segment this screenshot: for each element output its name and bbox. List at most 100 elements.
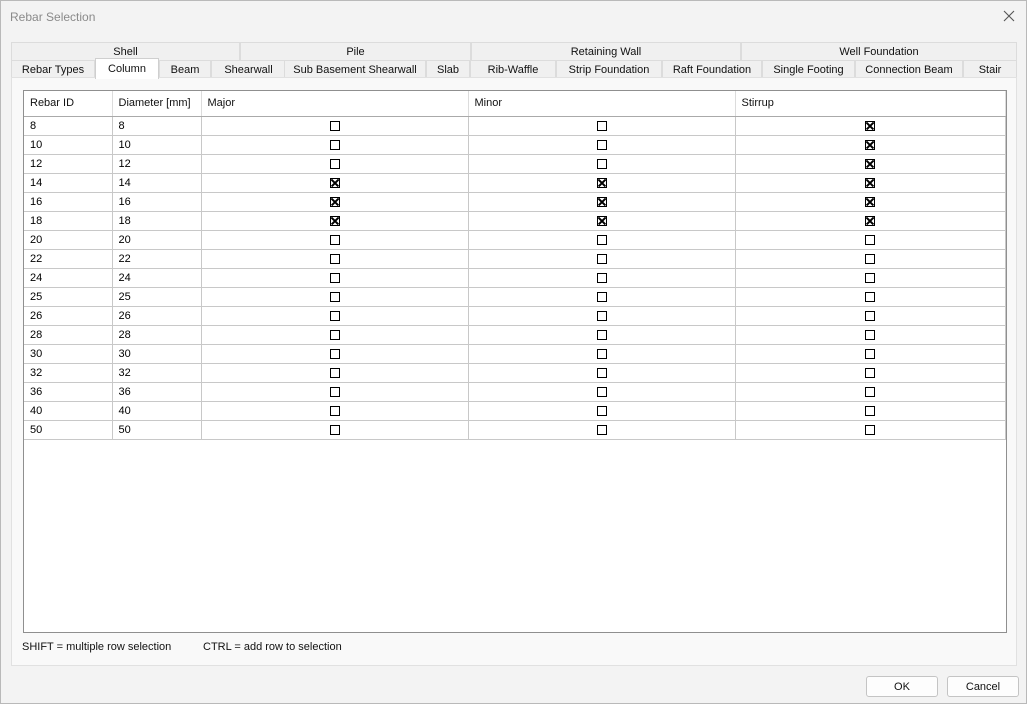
minor-checkbox[interactable] [596,196,607,207]
cancel-button[interactable]: Cancel [947,676,1019,697]
stirrup-checkbox[interactable] [865,139,875,150]
stirrup-checkbox[interactable] [865,177,875,188]
minor-checkbox[interactable] [596,348,607,359]
stirrup-checkbox[interactable] [865,348,875,359]
major-checkbox[interactable] [329,215,340,226]
tab-shearwall[interactable]: Shearwall [211,60,286,78]
tab-rebar-types[interactable]: Rebar Types [11,60,95,78]
table-row[interactable]: 12 12 [24,154,1006,174]
minor-checkbox[interactable] [596,386,607,397]
major-checkbox[interactable] [329,291,340,302]
major-checkbox[interactable] [329,177,340,188]
major-checkbox[interactable] [329,405,340,416]
stirrup-checkbox[interactable] [865,367,875,378]
table-row[interactable]: 25 25 [24,287,1006,307]
table-row[interactable]: 14 14 [24,173,1006,193]
tab-retaining-wall[interactable]: Retaining Wall [471,42,741,60]
minor-checkbox[interactable] [596,120,607,131]
minor-checkbox[interactable] [596,329,607,340]
ok-button[interactable]: OK [866,676,938,697]
diameter-cell: 12 [112,154,202,174]
minor-checkbox[interactable] [596,367,607,378]
stirrup-checkbox[interactable] [865,196,875,207]
table-row[interactable]: 40 40 [24,401,1006,421]
table-row[interactable]: 30 30 [24,344,1006,364]
major-checkbox[interactable] [329,348,340,359]
table-row[interactable]: 28 28 [24,325,1006,345]
major-checkbox[interactable] [329,386,340,397]
minor-checkbox[interactable] [596,424,607,435]
tab-pile[interactable]: Pile [240,42,471,60]
tab-column[interactable]: Column [95,58,159,79]
stirrup-checkbox[interactable] [865,272,875,283]
table-row[interactable]: 10 10 [24,135,1006,155]
minor-checkbox[interactable] [596,139,607,150]
diameter-cell: 16 [112,192,202,212]
stirrup-checkbox[interactable] [865,424,875,435]
minor-checkbox[interactable] [596,177,607,188]
stirrup-checkbox[interactable] [865,329,875,340]
column-header-major[interactable]: Major [201,91,469,117]
major-checkbox[interactable] [329,424,340,435]
table-row[interactable]: 22 22 [24,249,1006,269]
minor-checkbox[interactable] [596,272,607,283]
major-checkbox[interactable] [329,272,340,283]
title-bar: Rebar Selection [1,1,1026,32]
major-checkbox[interactable] [329,196,340,207]
stirrup-checkbox[interactable] [865,120,875,131]
table-row[interactable]: 32 32 [24,363,1006,383]
tab-single-footing[interactable]: Single Footing [762,60,855,78]
stirrup-checkbox[interactable] [865,310,875,321]
major-cell [201,135,469,155]
tab-stair[interactable]: Stair [963,60,1017,78]
stirrup-checkbox[interactable] [865,234,875,245]
table-row[interactable]: 50 50 [24,420,1006,440]
major-checkbox[interactable] [329,158,340,169]
table-row[interactable]: 16 16 [24,192,1006,212]
column-header-rebar-id[interactable]: Rebar ID [24,91,113,117]
stirrup-cell [735,382,1006,402]
tab-sub-basement-shearwall[interactable]: Sub Basement Shearwall [284,60,426,78]
tab-rib-waffle[interactable]: Rib-Waffle [470,60,556,78]
table-row[interactable]: 20 20 [24,230,1006,250]
minor-checkbox[interactable] [596,310,607,321]
column-header-stirrup[interactable]: Stirrup [735,91,1006,117]
major-checkbox[interactable] [329,253,340,264]
minor-checkbox[interactable] [596,253,607,264]
minor-checkbox[interactable] [596,215,607,226]
tab-connection-beam[interactable]: Connection Beam [855,60,963,78]
column-header-diameter[interactable]: Diameter [mm] [112,91,202,117]
minor-checkbox[interactable] [596,158,607,169]
major-checkbox[interactable] [329,234,340,245]
stirrup-checkbox[interactable] [865,291,875,302]
stirrup-checkbox[interactable] [865,215,875,226]
rebar-id-cell: 30 [24,344,113,364]
diameter-cell: 22 [112,249,202,269]
tab-strip-foundation[interactable]: Strip Foundation [556,60,662,78]
major-checkbox[interactable] [329,329,340,340]
stirrup-checkbox[interactable] [865,386,875,397]
close-button[interactable] [998,6,1020,26]
tab-raft-foundation[interactable]: Raft Foundation [662,60,762,78]
minor-checkbox[interactable] [596,291,607,302]
minor-checkbox[interactable] [596,234,607,245]
table-row[interactable]: 18 18 [24,211,1006,231]
tab-beam[interactable]: Beam [159,60,211,78]
major-checkbox[interactable] [329,367,340,378]
table-row[interactable]: 26 26 [24,306,1006,326]
column-header-minor[interactable]: Minor [468,91,736,117]
tab-slab[interactable]: Slab [426,60,470,78]
diameter-cell: 26 [112,306,202,326]
table-row[interactable]: 24 24 [24,268,1006,288]
major-checkbox[interactable] [329,310,340,321]
tab-well-foundation[interactable]: Well Foundation [741,42,1017,60]
stirrup-checkbox[interactable] [865,158,875,169]
minor-checkbox[interactable] [596,405,607,416]
stirrup-checkbox[interactable] [865,405,875,416]
major-checkbox[interactable] [329,139,340,150]
stirrup-checkbox[interactable] [865,253,875,264]
table-row[interactable]: 36 36 [24,382,1006,402]
major-checkbox[interactable] [329,120,340,131]
stirrup-cell [735,135,1006,155]
table-row[interactable]: 88 [24,116,1006,136]
